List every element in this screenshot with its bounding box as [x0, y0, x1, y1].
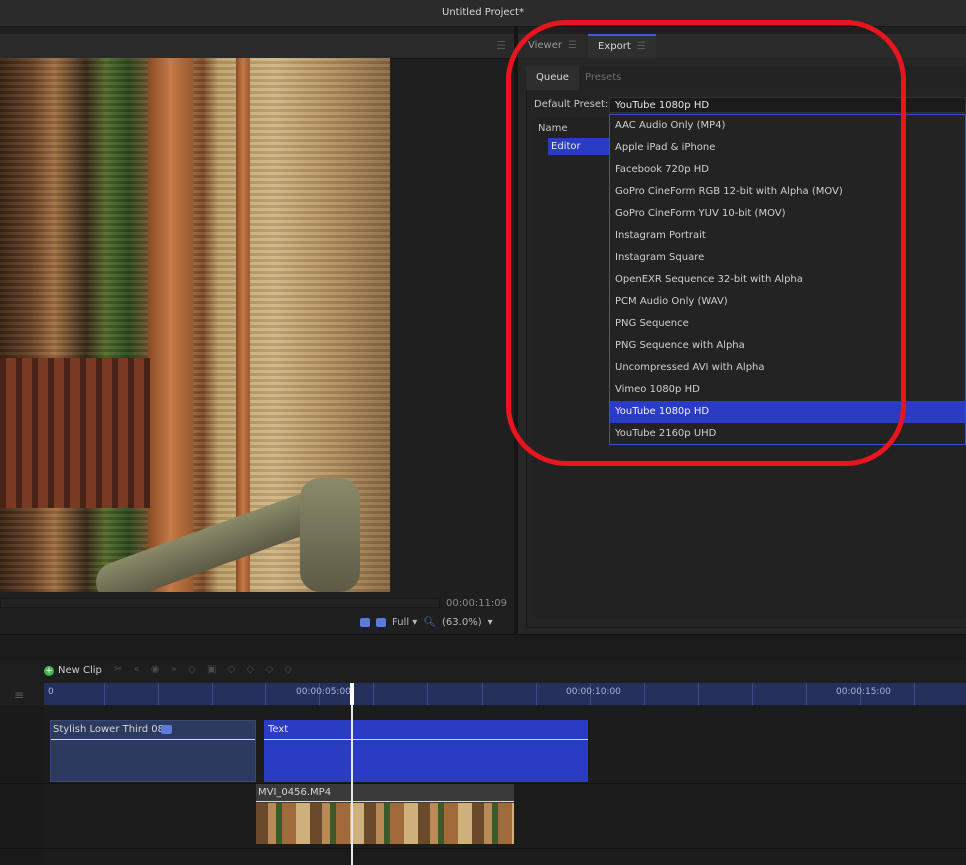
video-preview — [0, 58, 390, 592]
ruler-tick — [427, 683, 428, 705]
playhead[interactable] — [351, 683, 353, 865]
track-divider — [0, 848, 966, 849]
ruler-tick — [265, 683, 266, 705]
ruler-tick — [104, 683, 105, 705]
ruler-tick — [373, 683, 374, 705]
ruler-label: 00:00:15:00 — [836, 687, 891, 697]
razor-icon[interactable]: ✂ — [114, 664, 126, 675]
zoom-value[interactable]: (63.0%) — [442, 617, 482, 628]
ruler-tick — [806, 683, 807, 705]
ruler-tick — [698, 683, 699, 705]
ruler-tick — [644, 683, 645, 705]
marker-icon[interactable]: ◇ — [188, 664, 200, 675]
highlight-ring — [506, 20, 906, 466]
keyframe-icon[interactable]: ◇ — [265, 664, 277, 675]
clip-thumbnails — [256, 803, 514, 844]
timeline-tool-icons: ✂ « ◉ » ◇ ▣ ◇ ◇ ◇ ◇ — [114, 664, 296, 675]
ruler-label: 00:00:05:00 — [296, 687, 351, 697]
chevron-down-icon[interactable]: ▾ — [488, 617, 493, 628]
track-headers — [0, 705, 45, 865]
viewer-timecode: 00:00:11:09 — [446, 598, 508, 609]
clip-volume-line — [264, 739, 588, 740]
clip-title: Text — [268, 724, 289, 735]
add-icon: + — [44, 665, 54, 676]
clip-text[interactable] — [264, 720, 588, 782]
timeline-ruler[interactable]: 0 00:00:05:00 00:00:10:00 00:00:15:00 — [44, 683, 966, 707]
viewer-header: ☰ — [0, 34, 514, 59]
video-pillar — [148, 58, 193, 592]
scrub-bar[interactable] — [0, 598, 440, 608]
ruler-label: 0 — [48, 687, 54, 697]
video-fence — [0, 358, 150, 508]
ruler-tick — [752, 683, 753, 705]
clip-title: Stylish Lower Third 08 — [53, 724, 165, 735]
ruler-tick — [158, 683, 159, 705]
chevron-down-icon: ▾ — [412, 616, 418, 628]
new-clip-button[interactable]: + New Clip — [44, 665, 102, 676]
video-post — [300, 478, 360, 592]
menu-icon[interactable]: ☰ — [496, 40, 508, 52]
ruler-label: 00:00:10:00 — [566, 687, 621, 697]
menu-icon[interactable]: ≡ — [14, 688, 24, 702]
center-icon[interactable]: ◉ — [151, 664, 164, 675]
snapshot-icon[interactable] — [360, 617, 370, 627]
new-clip-label: New Clip — [58, 665, 102, 676]
viewer-controls: Full ▾ 🔍︎ (63.0%) ▾ — [360, 614, 493, 630]
quality-select[interactable]: Full ▾ — [392, 617, 417, 628]
clip-title: MVI_0456.MP4 — [258, 787, 332, 798]
timeline-splitter[interactable] — [0, 634, 966, 661]
clip-volume-line — [51, 739, 255, 740]
jump-start-icon[interactable]: « — [134, 664, 144, 675]
keyframe-icon[interactable]: ◇ — [247, 664, 259, 675]
clip-volume-line — [256, 801, 514, 802]
keyframe-icon[interactable]: ◇ — [228, 664, 240, 675]
quality-value: Full — [392, 616, 410, 628]
ruler-tick — [536, 683, 537, 705]
snapshot-alt-icon[interactable] — [376, 617, 386, 627]
snap-icon[interactable]: ▣ — [207, 664, 220, 675]
title-clip-icon — [161, 725, 172, 734]
jump-end-icon[interactable]: » — [171, 664, 181, 675]
zoom-icon: 🔍︎ — [423, 616, 437, 628]
ruler-tick — [212, 683, 213, 705]
playhead-handle[interactable] — [350, 683, 354, 705]
ruler-tick — [914, 683, 915, 705]
keyframe-icon[interactable]: ◇ — [284, 664, 296, 675]
ruler-tick — [482, 683, 483, 705]
